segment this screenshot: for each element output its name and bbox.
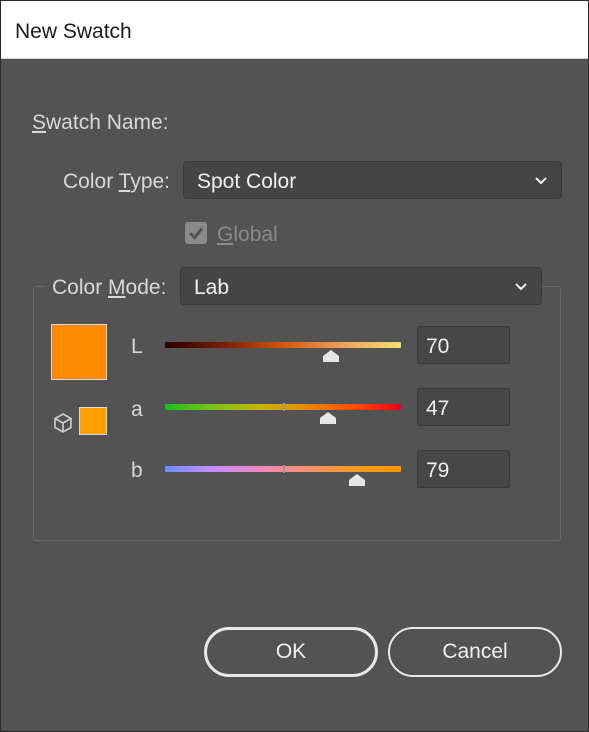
- color-mode-label: Color Mode:: [52, 276, 166, 300]
- color-type-label-mnemonic: T: [118, 170, 131, 193]
- swatch-name-label-mnemonic: S: [32, 111, 47, 134]
- cancel-button[interactable]: Cancel: [388, 627, 562, 677]
- color-type-select[interactable]: Spot Color: [183, 161, 562, 199]
- global-label: Global: [217, 223, 278, 247]
- channel-a-label: a: [131, 398, 143, 421]
- l-slider-thumb[interactable]: [322, 349, 340, 363]
- new-swatch-dialog: New Swatch Swatch Name: Color Type: Spot…: [0, 0, 589, 732]
- checkmark-icon: [188, 227, 204, 240]
- a-slider-center-tick: [283, 403, 285, 411]
- color-mode-label-mnemonic: M: [108, 276, 126, 299]
- chevron-down-icon: [515, 283, 527, 291]
- color-mode-select[interactable]: Lab: [180, 267, 542, 305]
- swatch-name-label: Swatch Name:: [32, 111, 169, 135]
- a-value-input[interactable]: 47: [417, 388, 510, 426]
- color-type-label-text: ype:: [130, 170, 171, 193]
- global-label-mnemonic: G: [217, 223, 234, 246]
- dialog-title: New Swatch: [15, 20, 132, 43]
- color-type-label: Color Type:: [63, 170, 170, 194]
- chevron-down-icon: [535, 177, 547, 185]
- channel-b-label: b: [131, 459, 143, 482]
- a-slider-thumb[interactable]: [319, 411, 337, 425]
- b-slider-thumb[interactable]: [348, 473, 366, 487]
- out-of-gamut-swatch[interactable]: [79, 407, 107, 435]
- global-label-text: lobal: [233, 223, 278, 246]
- b-slider-center-tick: [283, 465, 285, 473]
- channel-l-label: L: [131, 335, 143, 358]
- color-type-value: Spot Color: [197, 170, 297, 193]
- b-value-input[interactable]: 79: [417, 450, 510, 488]
- color-mode-label-text: ode:: [125, 276, 167, 299]
- ok-button[interactable]: OK: [204, 627, 378, 677]
- color-preview-swatch: [51, 324, 107, 380]
- color-mode-label-prefix: Color: [52, 276, 109, 299]
- cube-icon[interactable]: [52, 412, 74, 434]
- color-mode-value: Lab: [194, 276, 230, 299]
- l-slider-track[interactable]: [165, 342, 401, 348]
- color-type-label-prefix: Color: [63, 170, 119, 193]
- swatch-name-label-text: watch Name:: [46, 111, 169, 134]
- title-bar: New Swatch: [1, 1, 588, 59]
- global-checkbox[interactable]: [185, 222, 207, 244]
- l-value-input[interactable]: 70: [417, 326, 510, 364]
